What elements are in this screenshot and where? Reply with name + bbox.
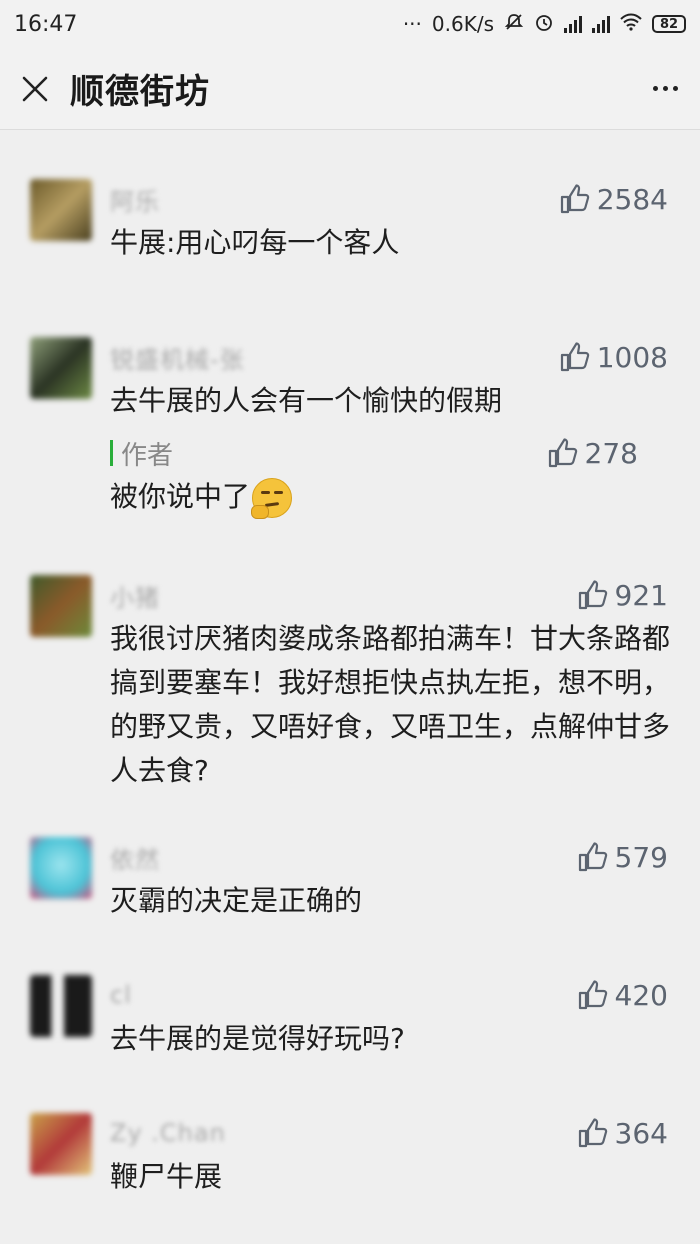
battery-icon: 82 [652,15,686,33]
comment-text: 灭霸的决定是正确的 [110,884,363,917]
network-speed: 0.6K/s [431,12,494,36]
like-count: 1008 [596,340,668,374]
more-dot [672,86,678,91]
comment-item: 依然 579 灭霸的决定是正确的 [0,837,700,923]
thumbs-up-icon [560,342,589,372]
comment-text: 牛展:用心叼每一个客人 [110,226,400,259]
reply-text: 被你说中了 [110,480,251,513]
status-icons: ··· 0.6K/s 82 [403,12,686,37]
mute-icon [504,12,524,37]
author-accent-bar [110,440,113,466]
like-button[interactable]: 579 [577,837,668,877]
like-count: 921 [614,578,668,612]
comment-username: Zy .Chan [110,1119,226,1147]
close-button[interactable] [0,48,70,130]
comment-item: 阿乐 2584 牛展:用心叼每一个客人 [0,179,700,265]
wifi-icon [620,12,642,36]
like-button[interactable]: 1008 [559,337,668,377]
like-button[interactable]: 278 [547,433,638,473]
comment-text: 去牛展的是觉得好玩吗? [110,1022,405,1055]
avatar[interactable] [30,837,92,899]
comment-username: 依然 [110,845,160,874]
like-button[interactable]: 364 [577,1113,668,1153]
status-bar: 16:47 ··· 0.6K/s 82 [0,0,700,48]
thumbs-up-icon [578,580,607,610]
comment-item: 锐盛机械-张 1008 去牛展的人会有一个愉快的假期 作者 278 被你说中了 [0,337,700,519]
more-options-button[interactable] [630,48,700,130]
thumbs-up-icon [560,184,589,214]
thinking-emoji-icon [251,478,293,519]
comment-username: 小猪 [110,583,160,612]
comment-list: 阿乐 2584 牛展:用心叼每一个客人 锐盛机械-张 1008 去牛展的人会有一… [0,131,700,1199]
like-count: 420 [614,978,668,1012]
comment-item: cl 420 去牛展的是觉得好玩吗? [0,975,700,1061]
author-tag: 作者 [121,440,174,471]
author-reply: 作者 278 被你说中了 [110,433,670,519]
like-button[interactable]: 2584 [559,179,668,219]
comment-text: 去牛展的人会有一个愉快的假期 [110,384,503,417]
like-count: 364 [614,1116,668,1150]
comment-text: 我很讨厌猪肉婆成条路都拍满车！甘大条路都搞到要塞车！我好想拒快点执左拒，想不明，… [110,622,671,787]
comment-text: 鞭尸牛展 [110,1160,223,1193]
like-count: 278 [584,436,638,470]
status-time: 16:47 [14,11,78,37]
page-title: 顺德街坊 [70,72,210,112]
thumbs-up-icon [578,842,607,872]
avatar[interactable] [30,1113,92,1175]
alarm-icon [534,12,554,37]
more-dot [652,86,658,91]
avatar[interactable] [30,975,92,1037]
thumbs-up-icon [578,980,607,1010]
avatar[interactable] [30,575,92,637]
like-count: 579 [614,840,668,874]
comment-item: 小猪 921 我很讨厌猪肉婆成条路都拍满车！甘大条路都搞到要塞车！我好想拒快点执… [0,575,700,793]
comment-item: Zy .Chan 364 鞭尸牛展 [0,1113,700,1199]
reply-text-row: 被你说中了 [110,475,670,519]
comment-username: 锐盛机械-张 [110,345,245,374]
thumbs-up-icon [578,1118,607,1148]
avatar[interactable] [30,179,92,241]
more-dot [662,86,668,91]
title-bar: 顺德街坊 [0,48,700,130]
signal-icon [564,15,582,33]
like-button[interactable]: 420 [577,975,668,1015]
signal-icon-2 [592,15,610,33]
comment-username: cl [110,981,132,1009]
comment-username: 阿乐 [110,187,160,216]
avatar[interactable] [30,337,92,399]
status-dots: ··· [402,12,422,36]
like-button[interactable]: 921 [577,575,668,615]
close-icon [22,76,48,101]
like-count: 2584 [596,182,668,216]
thumbs-up-icon [548,438,577,468]
